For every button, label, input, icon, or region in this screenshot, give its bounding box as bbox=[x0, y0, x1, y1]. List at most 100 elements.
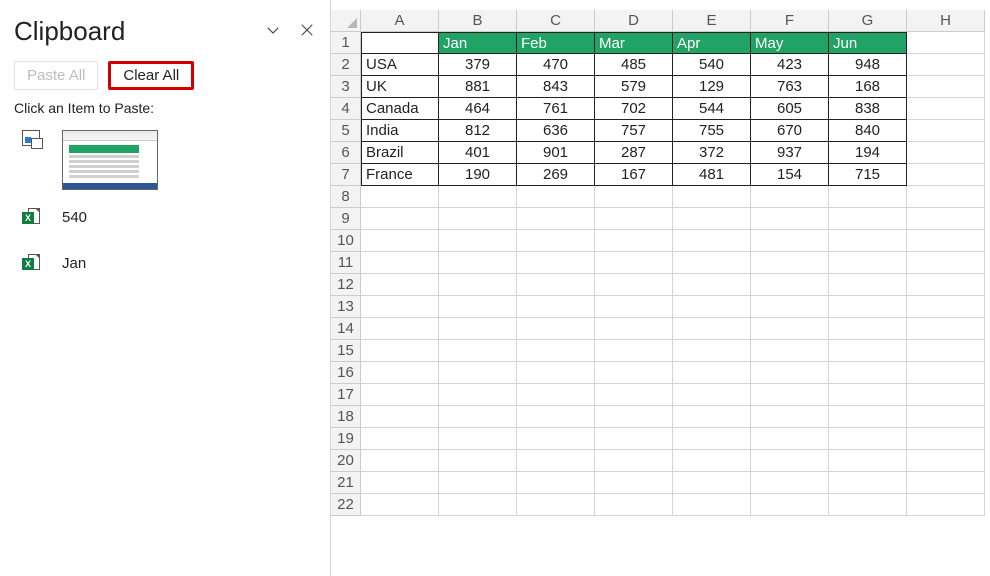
cell[interactable] bbox=[517, 274, 595, 296]
cell[interactable]: 636 bbox=[517, 120, 595, 142]
cell[interactable] bbox=[517, 406, 595, 428]
cell[interactable] bbox=[751, 428, 829, 450]
cell[interactable]: 901 bbox=[517, 142, 595, 164]
cell[interactable] bbox=[673, 340, 751, 362]
cell[interactable] bbox=[829, 296, 907, 318]
cell[interactable]: Canada bbox=[361, 98, 439, 120]
cell[interactable]: Brazil bbox=[361, 142, 439, 164]
row-header[interactable]: 6 bbox=[331, 142, 361, 164]
cell[interactable] bbox=[517, 252, 595, 274]
cell[interactable] bbox=[907, 494, 985, 516]
row-header[interactable]: 21 bbox=[331, 472, 361, 494]
cell[interactable] bbox=[829, 450, 907, 472]
cell[interactable]: India bbox=[361, 120, 439, 142]
row-header[interactable]: 18 bbox=[331, 406, 361, 428]
column-header[interactable]: G bbox=[829, 10, 907, 32]
cell[interactable] bbox=[595, 450, 673, 472]
cell[interactable] bbox=[595, 340, 673, 362]
cell[interactable] bbox=[751, 274, 829, 296]
cell[interactable] bbox=[595, 406, 673, 428]
spreadsheet-grid[interactable]: ABCDEFGH1JanFebMarAprMayJun2USA379470485… bbox=[331, 10, 990, 516]
cell[interactable] bbox=[907, 98, 985, 120]
cell[interactable] bbox=[595, 472, 673, 494]
cell[interactable]: 838 bbox=[829, 98, 907, 120]
cell[interactable] bbox=[439, 318, 517, 340]
cell[interactable] bbox=[361, 340, 439, 362]
cell[interactable]: May bbox=[751, 32, 829, 54]
cell[interactable]: 401 bbox=[439, 142, 517, 164]
cell[interactable] bbox=[673, 252, 751, 274]
row-header[interactable]: 20 bbox=[331, 450, 361, 472]
cell[interactable] bbox=[907, 32, 985, 54]
cell[interactable]: USA bbox=[361, 54, 439, 76]
cell[interactable]: 937 bbox=[751, 142, 829, 164]
cell[interactable] bbox=[673, 450, 751, 472]
row-header[interactable]: 2 bbox=[331, 54, 361, 76]
cell[interactable]: 881 bbox=[439, 76, 517, 98]
cell[interactable] bbox=[907, 230, 985, 252]
cell[interactable] bbox=[673, 230, 751, 252]
row-header[interactable]: 15 bbox=[331, 340, 361, 362]
cell[interactable] bbox=[361, 208, 439, 230]
clipboard-item[interactable] bbox=[14, 126, 316, 194]
cell[interactable] bbox=[829, 494, 907, 516]
cell[interactable] bbox=[439, 186, 517, 208]
row-header[interactable]: 5 bbox=[331, 120, 361, 142]
cell[interactable] bbox=[439, 252, 517, 274]
cell[interactable] bbox=[907, 120, 985, 142]
cell[interactable] bbox=[751, 252, 829, 274]
cell[interactable] bbox=[751, 450, 829, 472]
cell[interactable]: 190 bbox=[439, 164, 517, 186]
cell[interactable]: 715 bbox=[829, 164, 907, 186]
cell[interactable]: 670 bbox=[751, 120, 829, 142]
cell[interactable]: 269 bbox=[517, 164, 595, 186]
row-header[interactable]: 13 bbox=[331, 296, 361, 318]
column-header[interactable]: H bbox=[907, 10, 985, 32]
cell[interactable] bbox=[361, 406, 439, 428]
cell[interactable] bbox=[673, 362, 751, 384]
cell[interactable]: Jun bbox=[829, 32, 907, 54]
cell[interactable]: 481 bbox=[673, 164, 751, 186]
cell[interactable] bbox=[517, 450, 595, 472]
cell[interactable] bbox=[907, 406, 985, 428]
cell[interactable]: France bbox=[361, 164, 439, 186]
cell[interactable] bbox=[829, 384, 907, 406]
clipboard-item[interactable]: XJan bbox=[14, 240, 316, 286]
cell[interactable] bbox=[595, 208, 673, 230]
cell[interactable] bbox=[439, 384, 517, 406]
cell[interactable] bbox=[361, 472, 439, 494]
cell[interactable] bbox=[673, 208, 751, 230]
row-header[interactable]: 9 bbox=[331, 208, 361, 230]
cell[interactable] bbox=[907, 142, 985, 164]
cell[interactable]: 379 bbox=[439, 54, 517, 76]
row-header[interactable]: 14 bbox=[331, 318, 361, 340]
cell[interactable] bbox=[751, 208, 829, 230]
cell[interactable] bbox=[439, 494, 517, 516]
cell[interactable]: 168 bbox=[829, 76, 907, 98]
cell[interactable]: 154 bbox=[751, 164, 829, 186]
cell[interactable] bbox=[907, 428, 985, 450]
row-header[interactable]: 8 bbox=[331, 186, 361, 208]
cell[interactable] bbox=[439, 340, 517, 362]
cell[interactable]: 757 bbox=[595, 120, 673, 142]
cell[interactable] bbox=[439, 296, 517, 318]
column-header[interactable]: C bbox=[517, 10, 595, 32]
cell[interactable] bbox=[829, 406, 907, 428]
cell[interactable]: 840 bbox=[829, 120, 907, 142]
cell[interactable] bbox=[595, 252, 673, 274]
cell[interactable] bbox=[829, 318, 907, 340]
cell[interactable] bbox=[517, 230, 595, 252]
cell[interactable] bbox=[361, 186, 439, 208]
cell[interactable] bbox=[673, 494, 751, 516]
cell[interactable] bbox=[595, 186, 673, 208]
cell[interactable] bbox=[751, 318, 829, 340]
column-header[interactable]: F bbox=[751, 10, 829, 32]
cell[interactable] bbox=[517, 384, 595, 406]
cell[interactable]: 702 bbox=[595, 98, 673, 120]
cell[interactable] bbox=[907, 472, 985, 494]
row-header[interactable]: 7 bbox=[331, 164, 361, 186]
cell[interactable]: 605 bbox=[751, 98, 829, 120]
cell[interactable] bbox=[439, 472, 517, 494]
clear-all-button[interactable]: Clear All bbox=[108, 61, 194, 90]
clipboard-item[interactable]: X540 bbox=[14, 194, 316, 240]
